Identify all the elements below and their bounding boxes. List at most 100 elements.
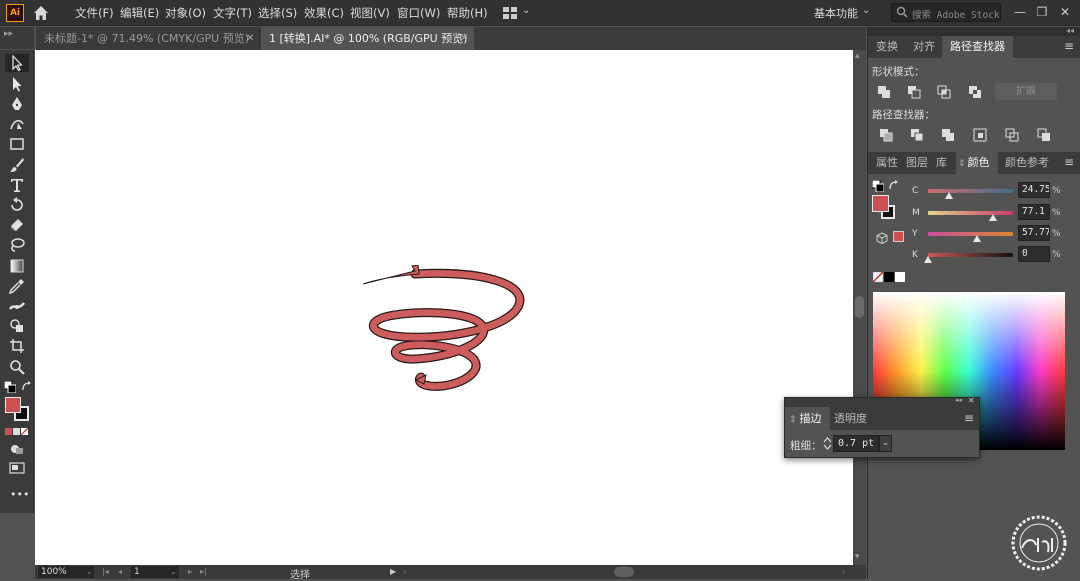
close-window-button[interactable]: ✕ <box>1055 3 1075 21</box>
panel-menu-icon[interactable]: ≡ <box>1064 155 1074 169</box>
menu-file[interactable]: 文件(F) <box>75 5 114 21</box>
last-artboard-icon[interactable]: ▸| <box>200 566 207 578</box>
home-icon[interactable] <box>33 5 49 21</box>
type-tool-icon[interactable] <box>8 176 26 194</box>
cyan-slider[interactable] <box>928 189 1013 193</box>
arrange-documents-icon[interactable] <box>503 7 517 19</box>
default-colors-icon[interactable] <box>872 180 884 192</box>
none-black-white-swatches[interactable] <box>873 272 906 283</box>
default-colors-icon[interactable] <box>4 381 16 393</box>
yellow-slider[interactable] <box>928 232 1013 236</box>
merge-icon[interactable] <box>941 128 955 142</box>
chevron-down-icon[interactable]: ⌄ <box>862 5 870 16</box>
scroll-left-icon[interactable]: ‹ <box>403 566 406 578</box>
toolbar-fill-swatch[interactable] <box>5 397 21 413</box>
unite-icon[interactable] <box>877 85 891 99</box>
artboard-tool-icon[interactable] <box>8 337 26 355</box>
close-icon[interactable]: ✕ <box>246 27 254 50</box>
crop-icon[interactable] <box>973 128 987 142</box>
magenta-slider[interactable] <box>928 211 1013 215</box>
workspace-switcher[interactable]: 基本功能 <box>814 5 858 21</box>
divide-icon[interactable] <box>879 128 893 142</box>
pen-tool-icon[interactable] <box>8 95 26 113</box>
black-slider-thumb[interactable] <box>924 256 932 263</box>
color-fill-swatch[interactable] <box>872 195 889 212</box>
minus-front-icon[interactable] <box>907 85 921 99</box>
expand-button[interactable]: 扩展 <box>995 83 1057 100</box>
play-icon[interactable]: ▶ <box>390 566 396 578</box>
chevron-down-icon[interactable]: ⌄ <box>170 566 177 578</box>
minimize-button[interactable]: — <box>1010 3 1030 21</box>
tab-transparency[interactable]: 透明度 <box>826 407 875 430</box>
tab-transform[interactable]: 变换 <box>868 36 906 58</box>
tab-converted-ai[interactable]: 1 [转换].AI* @ 100% (RGB/GPU 预览) <box>261 27 474 50</box>
stepper-arrows-icon[interactable] <box>823 435 832 452</box>
outline-icon[interactable] <box>1005 128 1019 142</box>
previous-artboard-icon[interactable]: ◂ <box>118 566 122 578</box>
yellow-value[interactable]: 57.77 <box>1018 225 1050 241</box>
eyedropper-tool-icon[interactable] <box>8 277 26 295</box>
stroke-panel-titlebar[interactable] <box>785 398 979 407</box>
magenta-slider-thumb[interactable] <box>989 214 998 221</box>
scroll-down-icon[interactable]: ▾ <box>855 552 860 562</box>
tab-untitled-1[interactable]: 未标题-1* @ 71.49% (CMYK/GPU 预览) <box>36 27 260 50</box>
collapse-panel-icon[interactable]: ◂◂ <box>955 396 962 404</box>
zoom-tool-icon[interactable] <box>8 358 26 376</box>
menu-help[interactable]: 帮助(H) <box>447 5 488 21</box>
vertical-scroll-thumb[interactable] <box>855 296 864 318</box>
tab-libraries[interactable]: 库 <box>928 152 955 174</box>
menu-edit[interactable]: 编辑(E) <box>120 5 159 21</box>
drawing-modes-icon[interactable] <box>10 443 24 455</box>
cyan-slider-thumb[interactable] <box>945 192 954 199</box>
trim-icon[interactable] <box>910 128 924 142</box>
horizontal-scroll-thumb[interactable] <box>614 567 634 577</box>
black-slider[interactable] <box>928 253 1013 257</box>
stroke-weight-input[interactable]: 0.7 pt <box>833 435 879 452</box>
menu-effect[interactable]: 效果(C) <box>304 5 344 21</box>
scroll-up-icon[interactable]: ▴ <box>855 51 860 61</box>
curvature-tool-icon[interactable] <box>8 115 26 133</box>
paintbrush-tool-icon[interactable] <box>8 156 26 174</box>
menu-type[interactable]: 文字(T) <box>213 5 252 21</box>
tab-pathfinder[interactable]: 路径查找器 <box>942 36 1013 58</box>
selection-tool-icon[interactable] <box>8 54 26 72</box>
minus-back-icon[interactable] <box>1037 128 1051 142</box>
chevron-down-icon[interactable]: ⌄ <box>879 435 892 452</box>
close-icon[interactable]: ✕ <box>460 27 468 50</box>
exclude-icon[interactable] <box>968 85 982 99</box>
rotate-tool-icon[interactable] <box>8 196 26 214</box>
next-artboard-icon[interactable]: ▸ <box>188 566 192 578</box>
toolbar-grip[interactable]: ▸▸ <box>0 27 34 49</box>
chevron-down-icon[interactable]: ⌄ <box>522 5 530 16</box>
tab-align[interactable]: 对齐 <box>905 36 943 58</box>
intersect-icon[interactable] <box>937 85 951 99</box>
restore-button[interactable]: ❐ <box>1032 3 1052 21</box>
scroll-right-icon[interactable]: › <box>842 566 845 578</box>
gradient-tool-icon[interactable] <box>8 257 26 275</box>
eraser-tool-icon[interactable] <box>8 216 26 234</box>
menu-window[interactable]: 窗口(W) <box>397 5 440 21</box>
width-tool-icon[interactable] <box>8 297 26 315</box>
menu-select[interactable]: 选择(S) <box>258 5 297 21</box>
magenta-value[interactable]: 77.1 <box>1018 204 1050 220</box>
black-value[interactable]: 0 <box>1018 246 1050 262</box>
panel-menu-icon[interactable]: ≡ <box>1064 39 1074 53</box>
menu-view[interactable]: 视图(V) <box>350 5 390 21</box>
menu-object[interactable]: 对象(O) <box>165 5 206 21</box>
out-of-gamut-cube-icon[interactable] <box>876 232 888 244</box>
first-artboard-icon[interactable]: |◂ <box>102 566 109 578</box>
rectangle-tool-icon[interactable] <box>8 135 26 153</box>
tab-color-guide[interactable]: 颜色参考 <box>997 152 1057 174</box>
tab-color[interactable]: ⇕ 颜色 <box>956 152 998 174</box>
collapse-dock-icon[interactable]: ◂◂ <box>1066 26 1074 35</box>
swap-colors-icon[interactable] <box>888 180 899 191</box>
screen-mode-icon[interactable] <box>9 462 25 474</box>
yellow-slider-thumb[interactable] <box>973 235 982 242</box>
close-icon[interactable]: ✕ <box>968 396 975 405</box>
cyan-value[interactable]: 24.75 <box>1018 182 1050 198</box>
chevron-down-icon[interactable]: ⌄ <box>86 566 93 578</box>
lasso-tool-icon[interactable] <box>8 236 26 254</box>
swap-colors-icon[interactable] <box>21 381 32 392</box>
color-mode-icons[interactable] <box>5 428 29 436</box>
gamut-color-swatch[interactable] <box>893 231 904 242</box>
